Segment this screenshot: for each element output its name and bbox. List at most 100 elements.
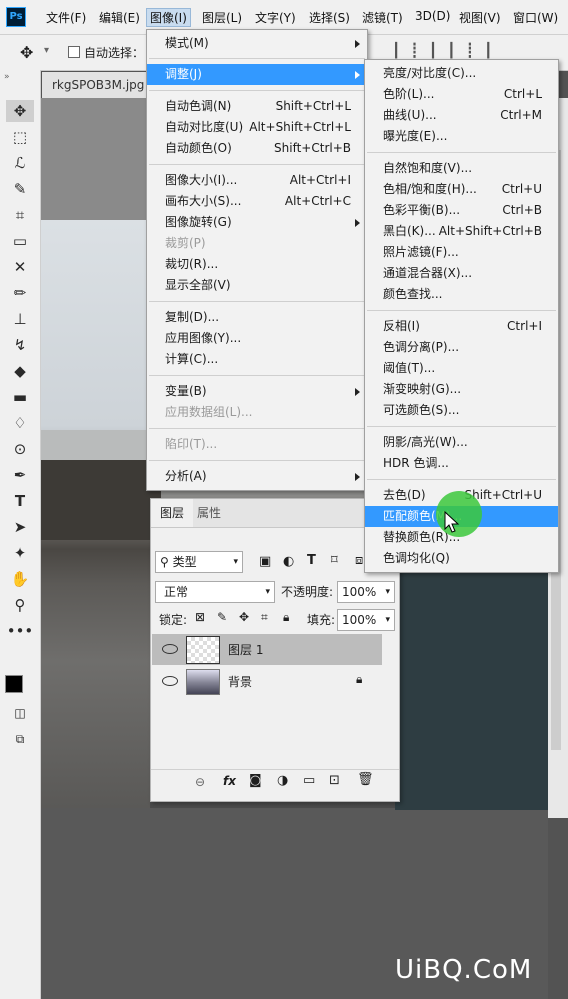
menu-window[interactable]: 窗口(W)	[513, 9, 558, 26]
menu-item-exposure[interactable]: 曝光度(E)...	[365, 126, 558, 147]
healing-tool-icon[interactable]: ✕	[6, 256, 34, 278]
pen-tool-icon[interactable]: ✒	[6, 464, 34, 486]
brush-tool-icon[interactable]: ✏	[6, 282, 34, 304]
new-group-icon[interactable]: ▭	[303, 773, 315, 788]
visibility-eye-icon[interactable]	[162, 676, 178, 686]
hand-tool-icon[interactable]: ✋	[6, 568, 34, 590]
lock-artboard-icon[interactable]: ⌗	[261, 610, 268, 625]
align-icons[interactable]: ┃┋┃┃┋┃	[392, 43, 503, 59]
zoom-tool-icon[interactable]: ⚲	[6, 594, 34, 616]
new-layer-icon[interactable]: ⊡	[329, 773, 340, 788]
menu-item-calculations[interactable]: 计算(C)...	[147, 349, 367, 370]
path-select-tool-icon[interactable]: ➤	[6, 516, 34, 538]
menu-item-auto-tone[interactable]: 自动色调(N) Shift+Ctrl+L	[147, 96, 367, 117]
ruler-tool-icon[interactable]: ▭	[6, 230, 34, 252]
history-brush-tool-icon[interactable]: ↯	[6, 334, 34, 356]
menu-item-posterize[interactable]: 色调分离(P)...	[365, 337, 558, 358]
menu-item-auto-color[interactable]: 自动颜色(O) Shift+Ctrl+B	[147, 138, 367, 159]
layer-row[interactable]: 背景 🔒︎	[152, 666, 382, 697]
menu-item-trap[interactable]: 陷印(T)...	[147, 434, 367, 455]
menu-file[interactable]: 文件(F)	[46, 9, 86, 26]
menu-select[interactable]: 选择(S)	[309, 9, 350, 26]
type-filter-icon[interactable]: T	[307, 553, 316, 568]
marquee-tool-icon[interactable]: ⬚	[6, 126, 34, 148]
menu-item-color-lookup[interactable]: 颜色查找...	[365, 284, 558, 305]
dodge-tool-icon[interactable]: ⊙	[6, 438, 34, 460]
gradient-tool-icon[interactable]: ▬	[6, 386, 34, 408]
document-tab[interactable]: rkgSPOB3M.jpg @	[42, 72, 162, 98]
menu-item-canvas-size[interactable]: 画布大小(S)... Alt+Ctrl+C	[147, 191, 367, 212]
menu-item-image-size[interactable]: 图像大小(I)... Alt+Ctrl+I	[147, 170, 367, 191]
menu-item-apply-image[interactable]: 应用图像(Y)...	[147, 328, 367, 349]
quick-select-tool-icon[interactable]: ✎	[6, 178, 34, 200]
menu-item-image-rotation[interactable]: 图像旋转(G)	[147, 212, 367, 233]
menu-item-photo-filter[interactable]: 照片滤镜(F)...	[365, 242, 558, 263]
menu-item-hdr-toning[interactable]: HDR 色调...	[365, 453, 558, 474]
fill-input[interactable]: 100% ▾	[337, 609, 395, 631]
shape-filter-icon[interactable]: ⌑	[331, 553, 338, 568]
lock-transparent-icon[interactable]: ⊠	[195, 610, 205, 624]
trash-icon[interactable]: 🗑︎	[357, 772, 374, 787]
stamp-tool-icon[interactable]: ⊥	[6, 308, 34, 330]
menu-item-gradient-map[interactable]: 渐变映射(G)...	[365, 379, 558, 400]
menu-item-crop[interactable]: 裁剪(P)	[147, 233, 367, 254]
menu-item-variables[interactable]: 变量(B)	[147, 381, 367, 402]
shape-tool-icon[interactable]: ✦	[6, 542, 34, 564]
crop-tool-icon[interactable]: ⌗	[6, 204, 34, 226]
type-tool-icon[interactable]: T	[6, 490, 34, 512]
lock-pixels-icon[interactable]: ✎	[217, 610, 227, 624]
move-tool-icon[interactable]: ✥	[6, 100, 34, 122]
fx-icon[interactable]: fx	[223, 774, 236, 788]
menu-item-color-balance[interactable]: 色彩平衡(B)... Ctrl+B	[365, 200, 558, 221]
layer-filter-select[interactable]: ⚲ 类型 ▾	[155, 551, 243, 573]
tab-properties[interactable]: 属性	[197, 499, 221, 527]
layer-row[interactable]: 图层 1	[152, 634, 382, 665]
menu-filter[interactable]: 滤镜(T)	[362, 9, 403, 26]
menu-item-duplicate[interactable]: 复制(D)...	[147, 307, 367, 328]
adjustment-filter-icon[interactable]: ◐	[283, 554, 294, 569]
lasso-tool-icon[interactable]: ℒ	[6, 152, 34, 174]
menu-item-brightness-contrast[interactable]: 亮度/对比度(C)...	[365, 63, 558, 84]
opacity-input[interactable]: 100% ▾	[337, 581, 395, 603]
add-mask-icon[interactable]: ◙	[249, 773, 262, 788]
quick-mask-icon[interactable]: ◫	[6, 702, 34, 724]
collapse-icon[interactable]: »	[4, 72, 10, 82]
menu-item-invert[interactable]: 反相(I) Ctrl+I	[365, 316, 558, 337]
menu-item-vibrance[interactable]: 自然饱和度(V)...	[365, 158, 558, 179]
lock-all-icon[interactable]: 🔒︎	[283, 610, 289, 625]
lock-position-icon[interactable]: ✥	[239, 610, 249, 624]
eraser-tool-icon[interactable]: ◆	[6, 360, 34, 382]
screen-mode-icon[interactable]: ⧉	[6, 728, 34, 750]
menu-item-trim[interactable]: 裁切(R)...	[147, 254, 367, 275]
menu-item-apply-data-set[interactable]: 应用数据组(L)...	[147, 402, 367, 423]
menu-item-adjustments[interactable]: 调整(J)	[147, 64, 367, 85]
menu-type[interactable]: 文字(Y)	[255, 9, 296, 26]
blur-tool-icon[interactable]: ♢	[6, 412, 34, 434]
adjustment-layer-icon[interactable]: ◑	[277, 773, 288, 788]
menu-item-levels[interactable]: 色阶(L)... Ctrl+L	[365, 84, 558, 105]
visibility-eye-icon[interactable]	[162, 644, 178, 654]
menu-image[interactable]: 图像(I)	[146, 8, 191, 27]
link-layers-icon[interactable]: ⊖	[195, 775, 205, 789]
menu-edit[interactable]: 编辑(E)	[99, 9, 140, 26]
menu-3d[interactable]: 3D(D)	[415, 9, 450, 23]
menu-item-selective-color[interactable]: 可选颜色(S)...	[365, 400, 558, 421]
menu-item-channel-mixer[interactable]: 通道混合器(X)...	[365, 263, 558, 284]
move-tool-icon[interactable]: ✥	[20, 43, 33, 62]
menu-item-analysis[interactable]: 分析(A)	[147, 466, 367, 487]
menu-item-hue-saturation[interactable]: 色相/饱和度(H)... Ctrl+U	[365, 179, 558, 200]
smart-object-filter-icon[interactable]: ⧈	[355, 553, 363, 568]
menu-item-black-white[interactable]: 黑白(K)... Alt+Shift+Ctrl+B	[365, 221, 558, 242]
menu-layer[interactable]: 图层(L)	[202, 9, 242, 26]
menu-item-reveal-all[interactable]: 显示全部(V)	[147, 275, 367, 296]
tool-preset-chevron-icon[interactable]: ▾	[44, 45, 49, 56]
menu-item-shadows-highlights[interactable]: 阴影/高光(W)...	[365, 432, 558, 453]
menu-item-mode[interactable]: 模式(M)	[147, 33, 367, 54]
menu-item-curves[interactable]: 曲线(U)... Ctrl+M	[365, 105, 558, 126]
more-tools-icon[interactable]: •••	[6, 620, 34, 642]
auto-select-checkbox[interactable]	[68, 46, 80, 58]
pixel-filter-icon[interactable]: ▣	[259, 554, 271, 569]
foreground-color-swatch[interactable]	[5, 675, 23, 693]
menu-view[interactable]: 视图(V)	[459, 9, 501, 26]
menu-item-equalize[interactable]: 色调均化(Q)	[365, 548, 558, 569]
